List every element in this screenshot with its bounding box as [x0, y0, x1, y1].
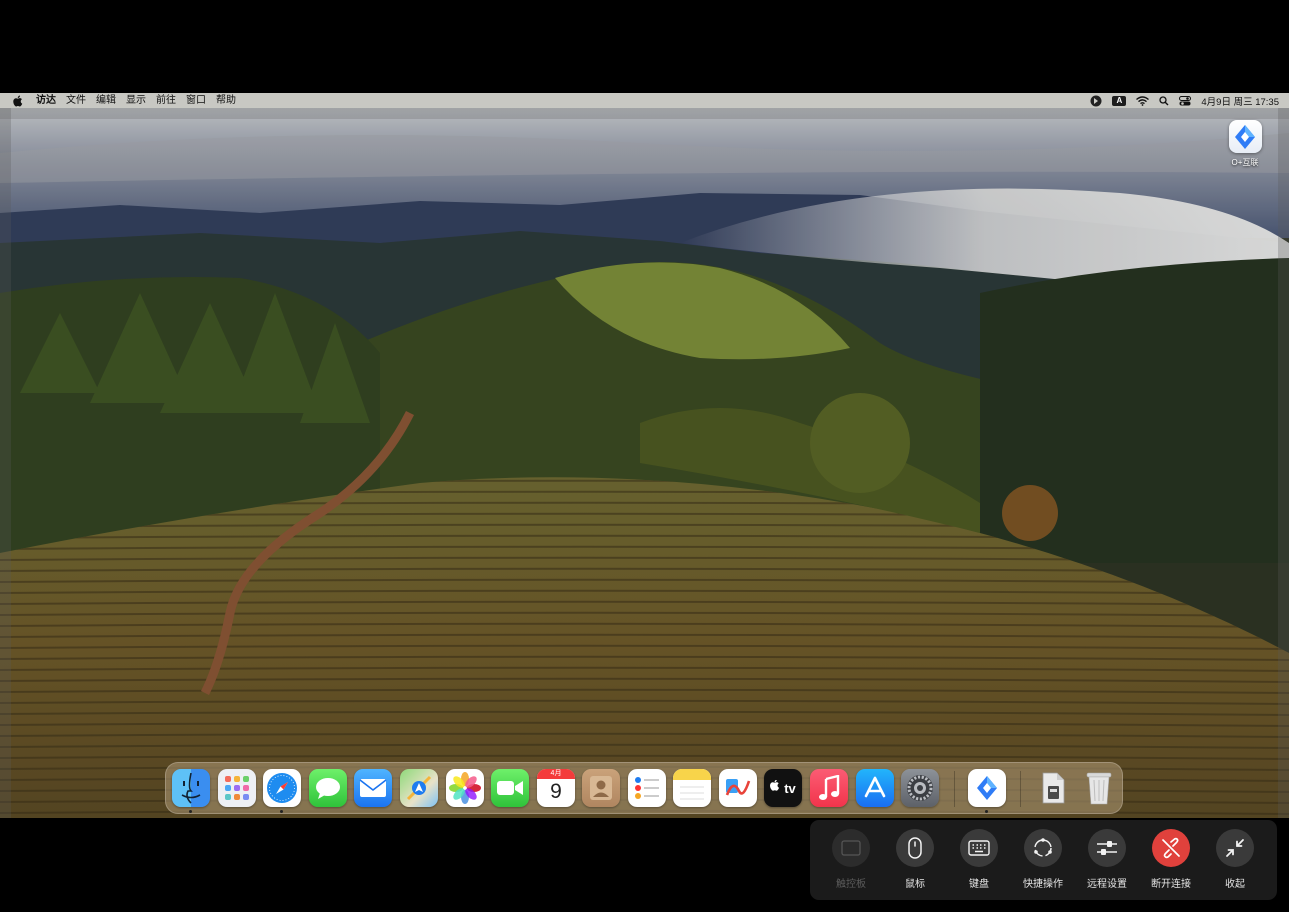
music-icon[interactable] — [810, 769, 848, 807]
mouse-button[interactable]: 鼠标 — [887, 829, 943, 890]
menu-view[interactable]: 显示 — [126, 93, 146, 108]
downloads-stack-icon[interactable] — [1034, 769, 1072, 807]
apple-tv-label: tv — [784, 780, 796, 796]
mouse-icon — [896, 829, 934, 867]
mail-icon[interactable] — [354, 769, 392, 807]
input-source-icon[interactable]: A — [1112, 93, 1127, 108]
reminders-icon[interactable] — [628, 769, 666, 807]
quick-actions-button[interactable]: 快捷操作 — [1015, 829, 1071, 890]
notes-icon[interactable] — [673, 769, 711, 807]
finder-icon[interactable] — [172, 769, 210, 807]
calendar-day: 9 — [550, 780, 562, 803]
contacts-icon[interactable] — [582, 769, 620, 807]
remote-settings-label: 远程设置 — [1087, 879, 1127, 890]
quick-actions-icon — [1024, 829, 1062, 867]
finder-running-indicator — [189, 810, 192, 813]
apple-icon[interactable] — [12, 94, 24, 107]
search-icon[interactable] — [1159, 93, 1169, 108]
oplus-connect-running-indicator — [985, 810, 988, 813]
touchpad-button[interactable]: 触控板 — [823, 829, 879, 890]
collapse-button[interactable]: 收起 — [1207, 829, 1263, 890]
oplus-connect-app-icon — [1228, 120, 1262, 153]
safari-running-indicator — [280, 810, 283, 813]
mouse-label: 鼠标 — [905, 879, 925, 890]
remote-control-toolbar: 触控板 鼠标 键盘 快捷操作 远程设置 断开连接 收起 — [810, 820, 1277, 900]
menu-edit[interactable]: 编辑 — [96, 93, 116, 108]
keyboard-button[interactable]: 键盘 — [951, 829, 1007, 890]
menu-file[interactable]: 文件 — [66, 93, 86, 108]
apple-tv-icon[interactable]: tv — [764, 769, 802, 807]
calendar-icon[interactable]: 4月 9 — [537, 769, 575, 807]
remote-desktop-screen[interactable]: 访达 文件 编辑 显示 前往 窗口 帮助 A 4月9日 周三 17:35 O+互… — [0, 93, 1289, 818]
mac-dock: 4月 9 tv — [165, 762, 1123, 814]
messages-icon[interactable] — [309, 769, 347, 807]
input-source-label: A — [1112, 95, 1127, 106]
desktop-item-label: O+互联 — [1231, 158, 1259, 167]
app-store-icon[interactable] — [856, 769, 894, 807]
desktop-wallpaper — [0, 93, 1289, 818]
touchpad-icon — [832, 829, 870, 867]
oplus-connect-icon[interactable] — [968, 769, 1006, 807]
keyboard-icon — [960, 829, 998, 867]
notes-header — [673, 769, 711, 780]
mac-menu-bar: 访达 文件 编辑 显示 前往 窗口 帮助 A 4月9日 周三 17:35 — [0, 93, 1289, 108]
toolbox-icon[interactable] — [1090, 93, 1102, 108]
dock-separator — [1020, 771, 1021, 807]
keyboard-label: 键盘 — [969, 879, 989, 890]
disconnect-icon — [1152, 829, 1190, 867]
photos-icon[interactable] — [446, 769, 484, 807]
launchpad-icon[interactable] — [218, 769, 256, 807]
touchpad-label: 触控板 — [836, 879, 866, 890]
system-settings-icon[interactable] — [901, 769, 939, 807]
menu-go[interactable]: 前往 — [156, 93, 176, 108]
collapse-icon — [1216, 829, 1254, 867]
quick-actions-label: 快捷操作 — [1023, 879, 1063, 890]
safari-icon[interactable] — [263, 769, 301, 807]
sliders-icon — [1088, 829, 1126, 867]
collapse-label: 收起 — [1225, 879, 1245, 890]
control-center-icon[interactable] — [1179, 93, 1192, 108]
menu-app-name[interactable]: 访达 — [36, 93, 56, 108]
freeform-icon[interactable] — [719, 769, 757, 807]
trash-icon[interactable] — [1080, 769, 1118, 807]
remote-settings-button[interactable]: 远程设置 — [1079, 829, 1135, 890]
menu-help[interactable]: 帮助 — [216, 93, 236, 108]
wifi-icon[interactable] — [1136, 93, 1150, 108]
dock-separator — [954, 771, 955, 807]
menu-window[interactable]: 窗口 — [186, 93, 206, 108]
disconnect-label: 断开连接 — [1151, 879, 1191, 890]
menubar-clock[interactable]: 4月9日 周三 17:35 — [1201, 94, 1279, 108]
facetime-icon[interactable] — [491, 769, 529, 807]
calendar-month: 4月 — [537, 769, 575, 779]
disconnect-button[interactable]: 断开连接 — [1143, 829, 1199, 890]
maps-icon[interactable] — [400, 769, 438, 807]
desktop-item-oplus-connect[interactable]: O+互联 — [1222, 120, 1268, 168]
